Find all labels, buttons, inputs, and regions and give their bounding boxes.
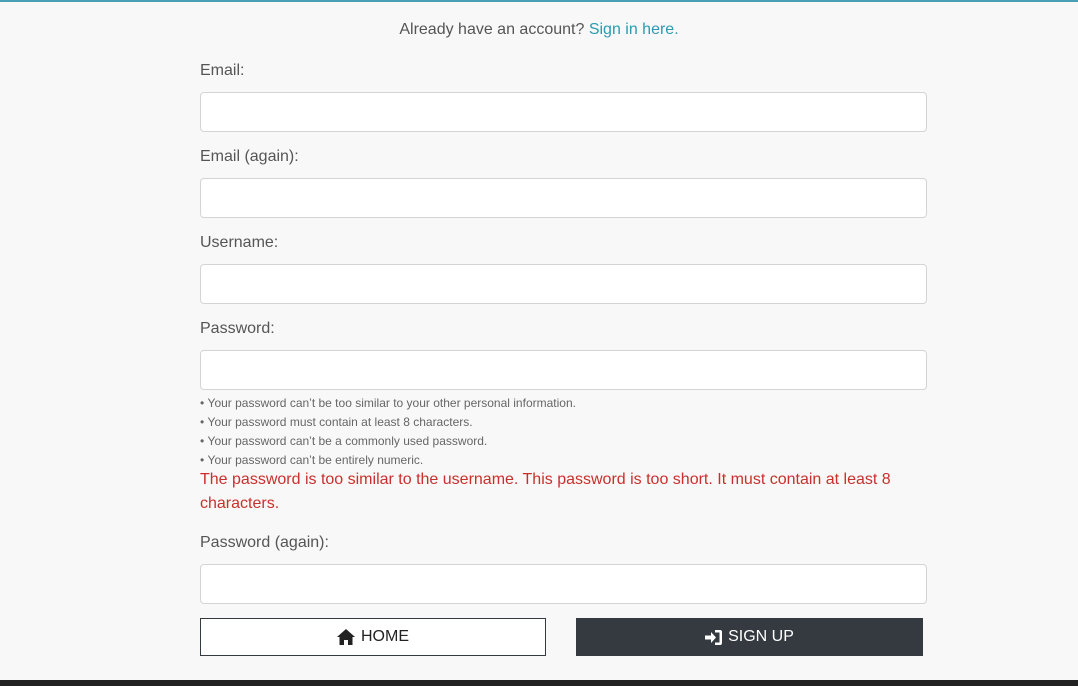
password-error-message: The password is too similar to the usern… (200, 471, 891, 512)
signin-prompt-text: Already have an account? (399, 21, 585, 38)
sign-in-icon (705, 629, 723, 645)
email-input[interactable] (200, 92, 927, 132)
signin-prompt: Already have an account? Sign in here. (0, 21, 1078, 39)
home-icon (337, 629, 355, 645)
password-again-label: Password (again): (200, 534, 329, 551)
email-again-label: Email (again): (200, 148, 299, 165)
password-hint: Your password can’t be a commonly used p… (200, 432, 576, 451)
home-button[interactable]: HOME (200, 618, 546, 656)
password-hint: Your password can’t be too similar to yo… (200, 394, 576, 413)
password-again-input[interactable] (200, 564, 927, 604)
top-accent-rule (0, 0, 1078, 2)
username-label: Username: (200, 234, 279, 251)
home-button-label: HOME (361, 628, 409, 645)
password-label: Password: (200, 320, 275, 337)
password-hints: Your password can’t be too similar to yo… (200, 394, 576, 470)
signin-link[interactable]: Sign in here. (589, 21, 679, 38)
username-input[interactable] (200, 264, 927, 304)
signup-button[interactable]: SIGN UP (576, 618, 923, 656)
signup-button-label: SIGN UP (728, 628, 794, 645)
bottom-dark-bar (0, 680, 1078, 686)
password-input[interactable] (200, 350, 927, 390)
password-hint: Your password must contain at least 8 ch… (200, 413, 576, 432)
email-label: Email: (200, 62, 245, 79)
email-again-input[interactable] (200, 178, 927, 218)
